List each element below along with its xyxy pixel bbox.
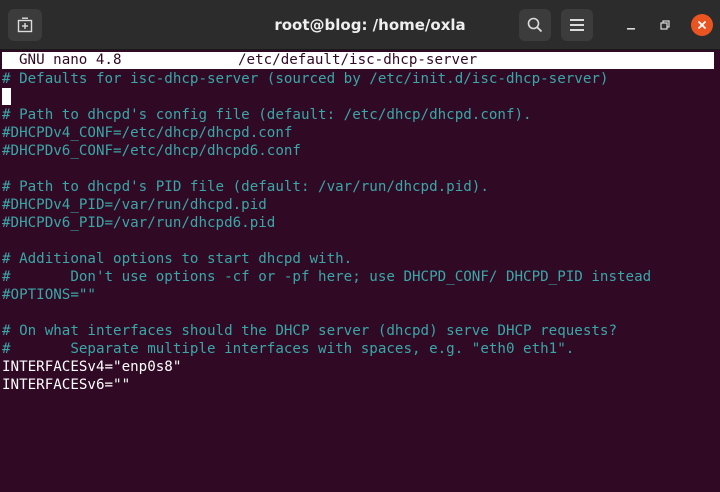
minimize-button[interactable] [623,17,639,33]
hamburger-menu-icon [570,19,584,31]
title-bar: root@blog: /home/oxla [0,0,720,50]
file-line: INTERFACESv6="" [2,377,131,393]
search-icon [527,17,543,33]
text-cursor [2,88,11,105]
file-content[interactable]: # Defaults for isc-dhcp-server (sourced … [2,70,718,394]
terminal-area[interactable]: GNU nano 4.8 /etc/default/isc-dhcp-serve… [0,50,720,492]
search-button[interactable] [519,9,551,41]
menu-button[interactable] [561,9,593,41]
file-line: # On what interfaces should the DHCP ser… [2,323,617,339]
file-line: #DHCPDv4_CONF=/etc/dhcp/dhcpd.conf [2,125,293,141]
file-line: #OPTIONS="" [2,287,96,303]
nano-header-bar: GNU nano 4.8 /etc/default/isc-dhcp-serve… [2,52,714,69]
file-line: # Path to dhcpd's config file (default: … [2,107,532,123]
file-line: INTERFACESv4="enp0s8" [2,359,182,375]
new-tab-icon [17,17,33,33]
file-line: #DHCPDv6_PID=/var/run/dhcpd6.pid [2,215,276,231]
close-icon [697,20,707,30]
file-line [2,160,718,178]
maximize-button[interactable] [657,17,673,33]
window-title: root@blog: /home/oxla [274,16,466,34]
terminal-window: root@blog: /home/oxla GNU nano 4.8 /etc/… [0,0,720,492]
file-line: # Defaults for isc-dhcp-server (sourced … [2,71,609,87]
file-line: # Separate multiple interfaces with spac… [2,341,575,357]
maximize-icon [660,20,670,30]
file-line: #DHCPDv4_PID=/var/run/dhcpd.pid [2,197,267,213]
file-line: # Path to dhcpd's PID file (default: /va… [2,179,489,195]
nano-version: GNU nano 4.8 [19,52,122,68]
file-line [2,304,718,322]
file-line: # Don't use options -cf or -pf here; use… [2,269,652,285]
file-line [2,232,718,250]
close-button[interactable] [691,14,713,36]
new-tab-button[interactable] [8,9,42,41]
file-line-cursor [2,88,718,106]
file-line: # Additional options to start dhcpd with… [2,251,353,267]
nano-filename: /etc/default/isc-dhcp-server [238,52,478,68]
minimize-icon [627,28,635,30]
file-line: #DHCPDv6_CONF=/etc/dhcp/dhcpd6.conf [2,143,301,159]
